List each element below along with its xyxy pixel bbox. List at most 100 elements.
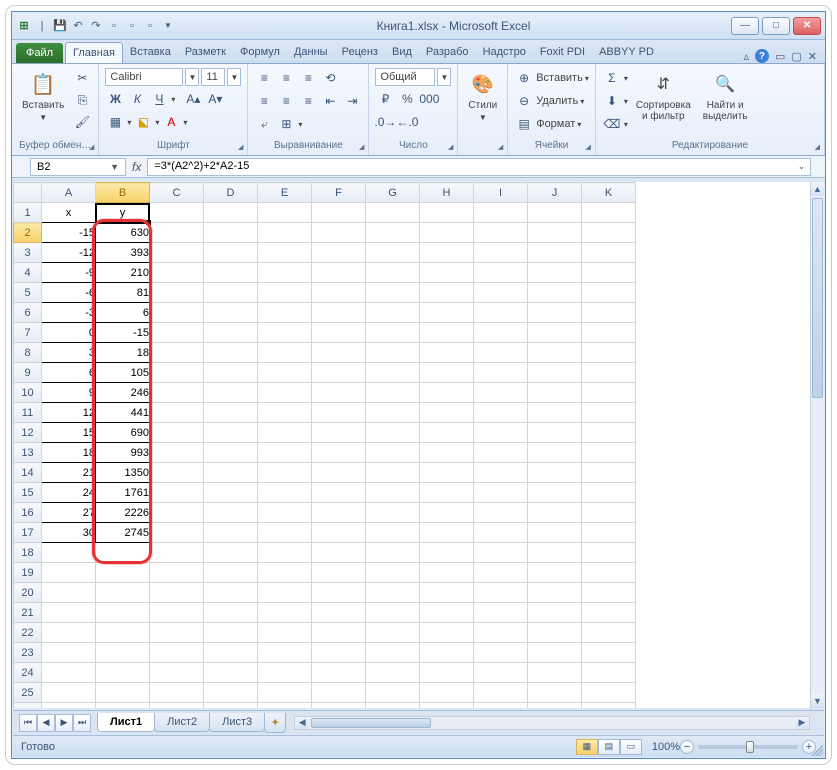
scroll-left-icon[interactable]: ◀: [295, 717, 309, 729]
cell[interactable]: [150, 523, 204, 543]
formula-input[interactable]: =3*(A2^2)+2*A2-15: [147, 158, 793, 176]
format-painter-icon[interactable]: 🖌: [72, 112, 92, 132]
paste-button[interactable]: 📋 Вставить ▼: [18, 68, 68, 124]
comma-icon[interactable]: 000: [419, 89, 439, 109]
number-format-select[interactable]: Общий: [375, 68, 435, 86]
orientation-icon[interactable]: ⟲: [320, 68, 340, 88]
cell[interactable]: [150, 303, 204, 323]
cell[interactable]: 9: [42, 383, 96, 403]
cell[interactable]: [258, 403, 312, 423]
cell[interactable]: [204, 243, 258, 263]
cell[interactable]: [258, 563, 312, 583]
cell[interactable]: [582, 283, 636, 303]
cell[interactable]: [312, 603, 366, 623]
cell[interactable]: [474, 503, 528, 523]
cell[interactable]: [582, 203, 636, 223]
row-header[interactable]: 15: [14, 483, 42, 503]
cell[interactable]: 441: [96, 403, 150, 423]
cell[interactable]: [258, 663, 312, 683]
spreadsheet-grid[interactable]: ABCDEFGHIJK1xy2-156303-123934-92105-6816…: [13, 182, 810, 708]
row-header[interactable]: 4: [14, 263, 42, 283]
row-header[interactable]: 21: [14, 603, 42, 623]
cell[interactable]: [528, 563, 582, 583]
underline-button[interactable]: Ч: [149, 89, 169, 109]
cell[interactable]: [528, 543, 582, 563]
cell[interactable]: [420, 483, 474, 503]
cell[interactable]: [420, 503, 474, 523]
cell[interactable]: [528, 703, 582, 709]
cell[interactable]: [528, 483, 582, 503]
cell[interactable]: [582, 463, 636, 483]
sheet-tab[interactable]: Лист1: [97, 713, 155, 732]
cell[interactable]: [150, 203, 204, 223]
cell[interactable]: [366, 483, 420, 503]
cell[interactable]: [96, 603, 150, 623]
cell[interactable]: [582, 423, 636, 443]
cell[interactable]: [420, 403, 474, 423]
row-header[interactable]: 12: [14, 423, 42, 443]
cell[interactable]: [582, 643, 636, 663]
qat-icon[interactable]: ▫: [106, 18, 122, 34]
tab-nav-first-icon[interactable]: ⏮: [19, 714, 37, 732]
cell[interactable]: 210: [96, 263, 150, 283]
cell[interactable]: [204, 443, 258, 463]
cell[interactable]: [258, 583, 312, 603]
cell[interactable]: [150, 443, 204, 463]
row-header[interactable]: 8: [14, 343, 42, 363]
cell[interactable]: -12: [42, 243, 96, 263]
help-icon[interactable]: ?: [755, 49, 769, 63]
cell[interactable]: [150, 663, 204, 683]
cell[interactable]: -3: [42, 303, 96, 323]
cell[interactable]: [474, 563, 528, 583]
cell[interactable]: [96, 703, 150, 709]
cell[interactable]: [150, 563, 204, 583]
cell[interactable]: [204, 383, 258, 403]
cell[interactable]: [258, 543, 312, 563]
redo-icon[interactable]: ↷: [88, 18, 104, 34]
row-header[interactable]: 20: [14, 583, 42, 603]
cell[interactable]: [258, 263, 312, 283]
minimize-button[interactable]: —: [731, 17, 759, 35]
indent-decrease-icon[interactable]: ⇤: [320, 91, 340, 111]
cell[interactable]: [312, 323, 366, 343]
cell[interactable]: [312, 543, 366, 563]
cell[interactable]: [528, 203, 582, 223]
cell[interactable]: 1761: [96, 483, 150, 503]
cell[interactable]: [312, 663, 366, 683]
cell[interactable]: [312, 623, 366, 643]
cell[interactable]: 18: [96, 343, 150, 363]
cell[interactable]: [474, 603, 528, 623]
styles-button[interactable]: 🎨 Стили ▼: [464, 68, 501, 124]
cell[interactable]: 12: [42, 403, 96, 423]
border-icon[interactable]: ▦: [105, 112, 125, 132]
cell[interactable]: [204, 543, 258, 563]
cell[interactable]: [204, 223, 258, 243]
cell[interactable]: [366, 343, 420, 363]
cell[interactable]: [258, 343, 312, 363]
column-header[interactable]: H: [420, 183, 474, 203]
cell[interactable]: [474, 363, 528, 383]
cell[interactable]: [366, 423, 420, 443]
sheet-tab[interactable]: Лист2: [154, 713, 210, 732]
row-header[interactable]: 10: [14, 383, 42, 403]
cell[interactable]: [366, 323, 420, 343]
cell[interactable]: [42, 683, 96, 703]
cell[interactable]: [366, 603, 420, 623]
cell[interactable]: [96, 563, 150, 583]
cell[interactable]: [258, 683, 312, 703]
cell[interactable]: [312, 363, 366, 383]
italic-button[interactable]: К: [127, 89, 147, 109]
cell[interactable]: [312, 523, 366, 543]
cell[interactable]: [258, 363, 312, 383]
cell[interactable]: [420, 643, 474, 663]
cell[interactable]: [420, 223, 474, 243]
cell[interactable]: [420, 203, 474, 223]
row-header[interactable]: 24: [14, 663, 42, 683]
cell[interactable]: [204, 663, 258, 683]
cell[interactable]: [582, 383, 636, 403]
ribbon-tab[interactable]: Реценз: [335, 42, 385, 63]
cell[interactable]: [474, 383, 528, 403]
scroll-right-icon[interactable]: ▶: [795, 717, 809, 729]
ribbon-tab[interactable]: ABBYY PD: [592, 42, 661, 63]
name-box[interactable]: B2 ▼: [30, 158, 126, 176]
